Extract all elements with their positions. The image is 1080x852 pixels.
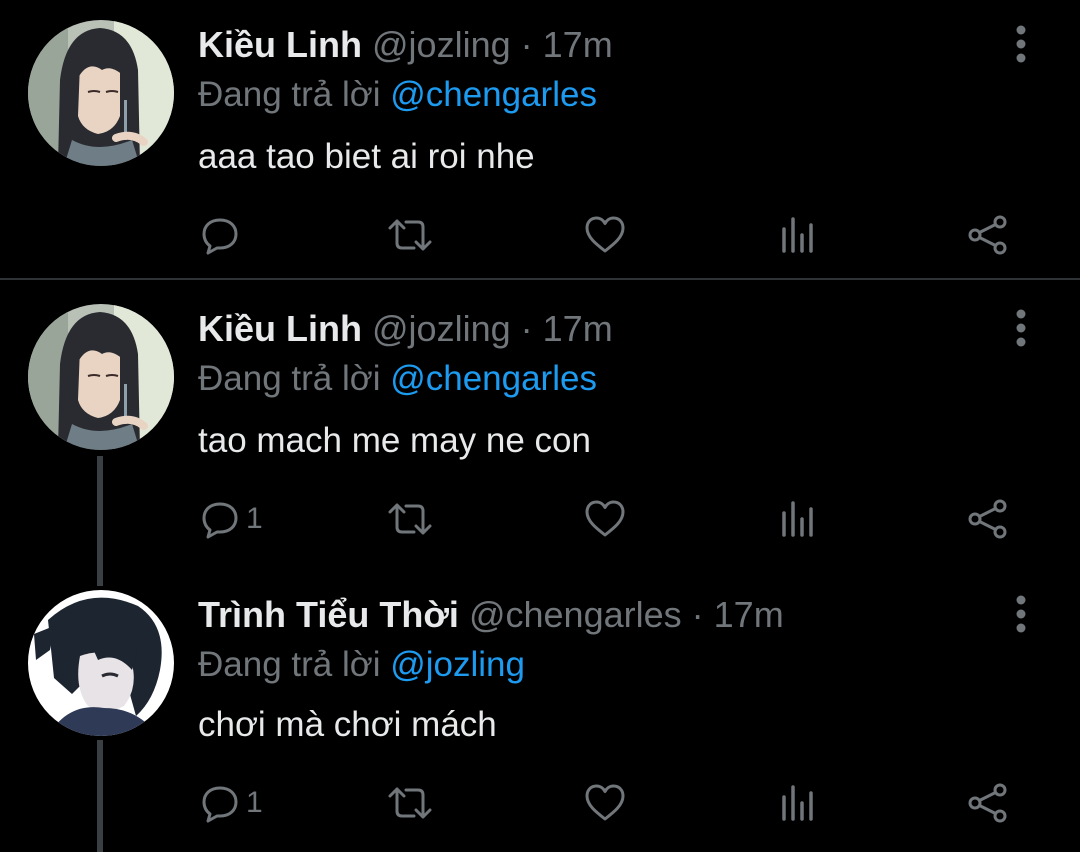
- share-button[interactable]: [966, 778, 1010, 828]
- replying-to: Đang trả lời @chengarles: [198, 70, 597, 120]
- more-vertical-icon: [1015, 308, 1027, 348]
- retweet-button[interactable]: [388, 494, 432, 544]
- tweet-text: aaa tao biet ai roi nhe: [198, 137, 535, 176]
- author-name[interactable]: Trình Tiểu Thời: [198, 594, 459, 635]
- tweet[interactable]: Trình Tiểu Thời @chengarles · 17m Đang t…: [0, 568, 1080, 852]
- separator-dot: ·: [691, 594, 704, 635]
- avatar[interactable]: [28, 590, 174, 736]
- heart-icon: [584, 499, 626, 539]
- tweet-text: chơi mà chơi mách: [198, 705, 497, 744]
- timestamp[interactable]: 17m: [543, 24, 613, 65]
- share-button[interactable]: [966, 210, 1010, 260]
- retweet-button[interactable]: [388, 778, 432, 828]
- replying-to: Đang trả lời @chengarles: [198, 354, 597, 404]
- like-button[interactable]: [584, 210, 626, 260]
- like-button[interactable]: [584, 778, 626, 828]
- more-options-button[interactable]: [1004, 308, 1038, 348]
- share-icon: [966, 215, 1010, 255]
- avatar[interactable]: [28, 304, 174, 450]
- timestamp[interactable]: 17m: [543, 308, 613, 349]
- separator-dot: ·: [520, 24, 533, 65]
- reply-icon: [200, 499, 240, 539]
- avatar-image: [28, 20, 174, 166]
- tweet-header: Kiều Linh @jozling · 17m: [198, 20, 613, 70]
- replying-to-label: Đang trả lời: [198, 645, 391, 684]
- analytics-button[interactable]: [778, 494, 818, 544]
- replying-to-label: Đang trả lời: [198, 359, 391, 398]
- retweet-icon: [388, 783, 432, 823]
- heart-icon: [584, 215, 626, 255]
- reply-count: 1: [246, 786, 263, 819]
- reply-button[interactable]: 1: [200, 778, 263, 828]
- tweet-text: tao mach me may ne con: [198, 421, 591, 460]
- tweet[interactable]: Kiều Linh @jozling · 17m Đang trả lời @c…: [0, 282, 1080, 570]
- tweet[interactable]: Kiều Linh @jozling · 17m Đang trả lời @c…: [0, 0, 1080, 278]
- more-options-button[interactable]: [1004, 24, 1038, 64]
- share-icon: [966, 499, 1010, 539]
- mention-link[interactable]: @jozling: [390, 645, 525, 684]
- share-button[interactable]: [966, 494, 1010, 544]
- more-vertical-icon: [1015, 594, 1027, 634]
- replying-to-label: Đang trả lời: [198, 75, 391, 114]
- avatar-image: [28, 590, 174, 736]
- analytics-button[interactable]: [778, 778, 818, 828]
- reply-icon: [200, 783, 240, 823]
- action-bar: 1: [0, 494, 1080, 544]
- avatar-image: [28, 304, 174, 450]
- analytics-icon: [778, 499, 818, 539]
- action-bar: 1: [0, 778, 1080, 828]
- author-name[interactable]: Kiều Linh: [198, 308, 362, 349]
- reply-count: 1: [246, 502, 263, 535]
- action-bar: [0, 210, 1080, 260]
- reply-button[interactable]: [200, 210, 246, 260]
- author-handle[interactable]: @chengarles: [469, 594, 682, 635]
- separator-dot: ·: [520, 308, 533, 349]
- more-options-button[interactable]: [1004, 594, 1038, 634]
- tweet-header: Kiều Linh @jozling · 17m: [198, 304, 613, 354]
- analytics-icon: [778, 215, 818, 255]
- share-icon: [966, 783, 1010, 823]
- mention-link[interactable]: @chengarles: [390, 75, 597, 114]
- author-name[interactable]: Kiều Linh: [198, 24, 362, 65]
- reply-button[interactable]: 1: [200, 494, 263, 544]
- heart-icon: [584, 783, 626, 823]
- analytics-icon: [778, 783, 818, 823]
- author-handle[interactable]: @jozling: [372, 24, 511, 65]
- timestamp[interactable]: 17m: [714, 594, 784, 635]
- more-vertical-icon: [1015, 24, 1027, 64]
- analytics-button[interactable]: [778, 210, 818, 260]
- like-button[interactable]: [584, 494, 626, 544]
- reply-icon: [200, 215, 240, 255]
- divider: [0, 278, 1080, 280]
- retweet-icon: [388, 215, 432, 255]
- retweet-button[interactable]: [388, 210, 432, 260]
- mention-link[interactable]: @chengarles: [390, 359, 597, 398]
- tweet-header: Trình Tiểu Thời @chengarles · 17m: [198, 590, 784, 640]
- replying-to: Đang trả lời @jozling: [198, 640, 525, 690]
- avatar[interactable]: [28, 20, 174, 166]
- retweet-icon: [388, 499, 432, 539]
- author-handle[interactable]: @jozling: [372, 308, 511, 349]
